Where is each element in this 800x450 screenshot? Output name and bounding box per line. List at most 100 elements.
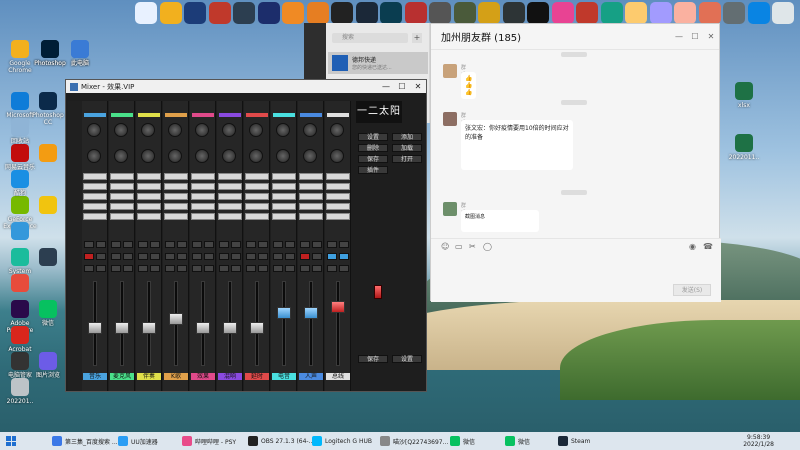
send-button[interactable]: 发送(S) — [673, 284, 711, 296]
channel-button[interactable] — [285, 265, 295, 272]
desktop-app-icon[interactable] — [527, 2, 549, 24]
channel-fader[interactable] — [223, 321, 237, 334]
channel-button[interactable] — [231, 265, 241, 272]
chat-search-input[interactable]: 搜索 — [332, 33, 408, 43]
desktop-shortcut[interactable] — [28, 196, 68, 216]
channel-button[interactable] — [258, 253, 268, 260]
channel-button[interactable] — [138, 265, 148, 272]
effect-slot[interactable] — [299, 213, 323, 220]
effect-slot[interactable] — [110, 203, 134, 210]
mixer-panel-button[interactable]: 打开 — [392, 155, 422, 163]
desktop-shortcut[interactable]: 酷狗 — [0, 170, 40, 197]
start-button[interactable] — [6, 436, 16, 446]
effect-slot[interactable] — [164, 193, 188, 200]
effect-slot[interactable] — [110, 213, 134, 220]
channel-button[interactable] — [123, 241, 133, 248]
effect-slot[interactable] — [137, 213, 161, 220]
desktop-app-icon[interactable] — [502, 2, 525, 24]
channel-button[interactable] — [204, 253, 214, 260]
taskbar-app[interactable]: Steam — [558, 434, 590, 448]
effect-slot[interactable] — [191, 173, 215, 180]
effect-slot[interactable] — [245, 193, 269, 200]
channel-button[interactable] — [111, 253, 121, 260]
desktop-app-icon[interactable] — [600, 2, 623, 24]
live-icon[interactable]: ◉ — [689, 243, 697, 251]
channel-button[interactable] — [312, 265, 322, 272]
channel-button[interactable] — [219, 253, 229, 260]
maximize-button[interactable]: ☐ — [394, 82, 410, 91]
channel-button[interactable] — [300, 241, 310, 248]
channel-fader[interactable] — [331, 300, 345, 313]
channel-fader[interactable] — [115, 321, 129, 334]
channel-knob[interactable] — [114, 149, 128, 163]
channel-button[interactable] — [285, 253, 295, 260]
effect-slot[interactable] — [272, 203, 296, 210]
effect-slot[interactable] — [326, 173, 350, 180]
effect-slot[interactable] — [83, 173, 107, 180]
desktop-app-icon[interactable] — [233, 2, 255, 24]
taskbar-clock[interactable]: 9:58:39 2022/1/28 — [743, 434, 774, 448]
channel-knob[interactable] — [276, 149, 290, 163]
channel-button[interactable] — [273, 253, 283, 260]
channel-button[interactable] — [111, 265, 121, 272]
desktop-app-icon[interactable] — [649, 2, 672, 24]
sender-avatar[interactable] — [443, 202, 457, 216]
channel-button[interactable] — [204, 265, 214, 272]
mixer-panel-button[interactable]: 设置 — [358, 133, 388, 141]
contact-item[interactable]: 德邦快递 您的快递已送达... — [328, 52, 428, 74]
channel-knob[interactable] — [276, 123, 290, 137]
channel-button[interactable] — [192, 265, 202, 272]
channel-knob[interactable] — [330, 149, 344, 163]
channel-knob[interactable] — [330, 123, 344, 137]
desktop-app-icon[interactable] — [747, 2, 770, 24]
effect-slot[interactable] — [164, 183, 188, 190]
call-icon[interactable]: ☎ — [703, 243, 713, 251]
desktop-shortcut[interactable]: Acrobat — [0, 326, 40, 353]
channel-button[interactable] — [258, 241, 268, 248]
channel-knob[interactable] — [249, 149, 263, 163]
channel-button[interactable] — [312, 253, 322, 260]
desktop-app-icon[interactable] — [135, 2, 157, 24]
channel-button[interactable] — [231, 241, 241, 248]
effect-slot[interactable] — [137, 173, 161, 180]
close-button[interactable]: ✕ — [703, 32, 719, 41]
channel-knob[interactable] — [303, 123, 317, 137]
mixer-bottom-button[interactable]: 设置 — [392, 355, 422, 363]
desktop-shortcut[interactable]: 202201.. — [0, 378, 40, 405]
desktop-shortcut[interactable]: 回收站 — [0, 118, 40, 145]
desktop-app-icon[interactable]: 高清录屏 – 专业版 — [184, 2, 206, 24]
channel-button[interactable] — [138, 253, 148, 260]
channel-fader[interactable] — [88, 321, 102, 334]
channel-knob[interactable] — [249, 123, 263, 137]
channel-button[interactable] — [273, 265, 283, 272]
channel-knob[interactable] — [303, 149, 317, 163]
channel-knob[interactable] — [114, 123, 128, 137]
effect-slot[interactable] — [191, 213, 215, 220]
desktop-file[interactable]: 2022011.. — [724, 134, 764, 161]
close-button[interactable]: ✕ — [410, 82, 426, 91]
effect-slot[interactable] — [326, 183, 350, 190]
channel-button[interactable] — [327, 253, 337, 260]
channel-button[interactable] — [150, 253, 160, 260]
desktop-shortcut[interactable] — [28, 248, 68, 268]
desktop-app-icon[interactable] — [306, 2, 329, 24]
desktop-shortcut[interactable] — [0, 274, 40, 294]
effect-slot[interactable] — [137, 183, 161, 190]
mixer-panel-button[interactable]: 添加 — [392, 133, 422, 141]
taskbar-app[interactable]: UU加速器 — [118, 434, 158, 448]
effect-slot[interactable] — [218, 203, 242, 210]
desktop-app-icon[interactable]: Google Chrome — [159, 2, 182, 24]
channel-button[interactable] — [177, 253, 187, 260]
effect-slot[interactable] — [83, 183, 107, 190]
sender-avatar[interactable] — [443, 112, 457, 126]
channel-button[interactable] — [177, 265, 187, 272]
channel-button[interactable] — [300, 265, 310, 272]
channel-knob[interactable] — [168, 149, 182, 163]
desktop-shortcut[interactable] — [0, 222, 40, 242]
desktop-app-icon[interactable] — [772, 2, 794, 24]
channel-button[interactable] — [258, 265, 268, 272]
channel-button[interactable] — [246, 253, 256, 260]
channel-knob[interactable] — [168, 123, 182, 137]
channel-button[interactable] — [312, 241, 322, 248]
channel-button[interactable] — [327, 241, 337, 248]
